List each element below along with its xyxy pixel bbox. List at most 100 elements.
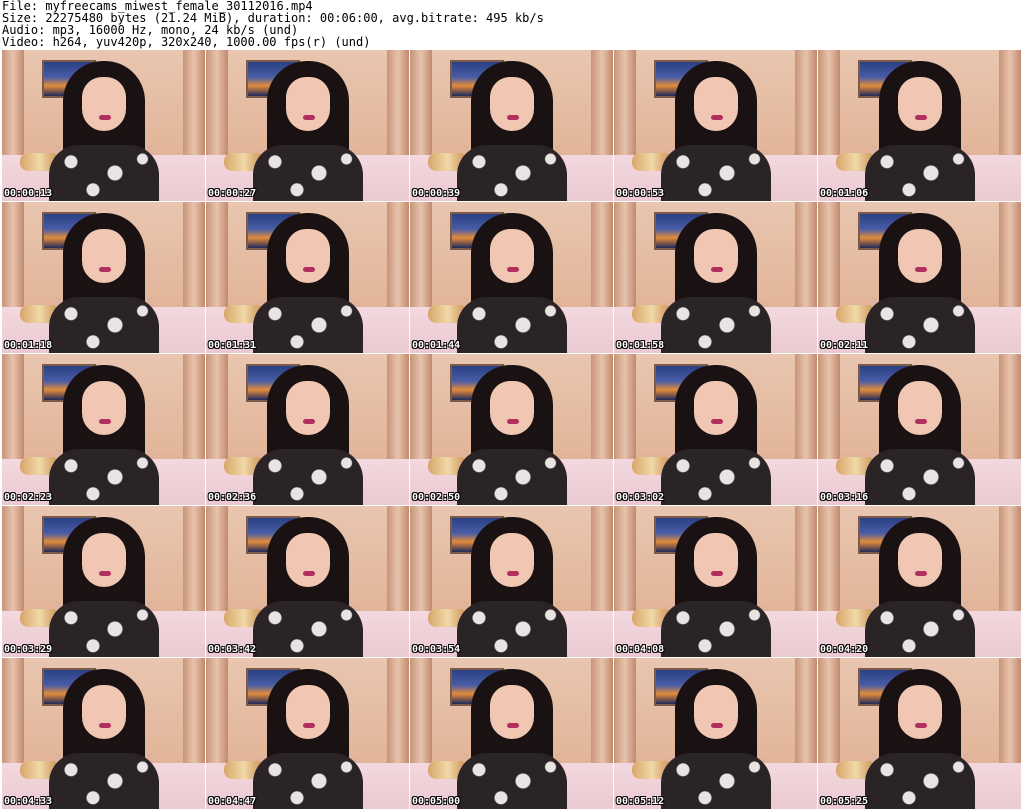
person-figure [864, 669, 975, 809]
lips [710, 571, 723, 576]
video-thumbnail-11[interactable]: 00:02:23 [2, 354, 205, 505]
lips [914, 419, 927, 424]
lips [506, 267, 519, 272]
video-thumbnail-24[interactable]: 00:05:12 [614, 658, 817, 809]
face [285, 381, 330, 435]
patterned-top [864, 753, 975, 809]
person-figure [660, 61, 771, 201]
patterned-top [456, 601, 567, 657]
timestamp-label: 00:05:25 [820, 796, 869, 807]
timestamp-label: 00:05:12 [616, 796, 665, 807]
video-thumbnail-17[interactable]: 00:03:42 [206, 506, 409, 657]
face [81, 685, 126, 739]
video-thumbnail-1[interactable]: 00:00:13 [2, 50, 205, 201]
person-figure [456, 61, 567, 201]
person-figure [456, 517, 567, 657]
video-thumbnail-25[interactable]: 00:05:25 [818, 658, 1021, 809]
lips [914, 115, 927, 120]
lips [710, 723, 723, 728]
lips [506, 419, 519, 424]
face [285, 685, 330, 739]
face [489, 77, 534, 131]
lips [98, 723, 111, 728]
timestamp-label: 00:04:20 [820, 644, 869, 655]
video-thumbnail-15[interactable]: 00:03:16 [818, 354, 1021, 505]
video-thumbnail-13[interactable]: 00:02:50 [410, 354, 613, 505]
face [285, 229, 330, 283]
video-thumbnail-6[interactable]: 00:01:18 [2, 202, 205, 353]
lips [302, 115, 315, 120]
video-info-line: Video: h264, yuv420p, 320x240, 1000.00 f… [2, 35, 371, 49]
timestamp-label: 00:01:06 [820, 188, 869, 199]
video-thumbnail-23[interactable]: 00:05:00 [410, 658, 613, 809]
lips [710, 419, 723, 424]
person-figure [48, 669, 159, 809]
patterned-top [456, 297, 567, 353]
video-thumbnail-9[interactable]: 00:01:58 [614, 202, 817, 353]
person-figure [48, 213, 159, 353]
patterned-top [864, 449, 975, 505]
video-thumbnail-2[interactable]: 00:00:27 [206, 50, 409, 201]
patterned-top [252, 753, 363, 809]
patterned-top [660, 449, 771, 505]
timestamp-label: 00:02:36 [208, 492, 257, 503]
person-figure [864, 61, 975, 201]
face [489, 533, 534, 587]
person-figure [660, 365, 771, 505]
person-figure [48, 517, 159, 657]
lips [914, 723, 927, 728]
video-thumbnail-4[interactable]: 00:00:53 [614, 50, 817, 201]
video-thumbnail-18[interactable]: 00:03:54 [410, 506, 613, 657]
lips [98, 571, 111, 576]
patterned-top [660, 145, 771, 201]
video-thumbnail-3[interactable]: 00:00:39 [410, 50, 613, 201]
timestamp-label: 00:03:29 [4, 644, 53, 655]
video-thumbnail-5[interactable]: 00:01:06 [818, 50, 1021, 201]
face [897, 77, 942, 131]
patterned-top [864, 145, 975, 201]
patterned-top [456, 753, 567, 809]
face [693, 533, 738, 587]
patterned-top [252, 601, 363, 657]
face [285, 533, 330, 587]
person-figure [252, 669, 363, 809]
face [897, 381, 942, 435]
timestamp-label: 00:03:16 [820, 492, 869, 503]
video-thumbnail-21[interactable]: 00:04:33 [2, 658, 205, 809]
person-figure [252, 213, 363, 353]
video-thumbnail-12[interactable]: 00:02:36 [206, 354, 409, 505]
video-thumbnail-14[interactable]: 00:03:02 [614, 354, 817, 505]
lips [98, 115, 111, 120]
lips [302, 267, 315, 272]
face [897, 685, 942, 739]
timestamp-label: 00:02:23 [4, 492, 53, 503]
video-thumbnail-16[interactable]: 00:03:29 [2, 506, 205, 657]
face [693, 229, 738, 283]
patterned-top [48, 449, 159, 505]
face [489, 381, 534, 435]
video-thumbnail-19[interactable]: 00:04:08 [614, 506, 817, 657]
timestamp-label: 00:04:08 [616, 644, 665, 655]
person-figure [864, 365, 975, 505]
timestamp-label: 00:01:18 [4, 340, 53, 351]
video-thumbnail-20[interactable]: 00:04:20 [818, 506, 1021, 657]
patterned-top [252, 145, 363, 201]
person-figure [252, 517, 363, 657]
face [285, 77, 330, 131]
timestamp-label: 00:04:47 [208, 796, 257, 807]
person-figure [48, 365, 159, 505]
timestamp-label: 00:01:31 [208, 340, 257, 351]
timestamp-label: 00:03:42 [208, 644, 257, 655]
video-thumbnail-22[interactable]: 00:04:47 [206, 658, 409, 809]
person-figure [660, 213, 771, 353]
video-thumbnail-7[interactable]: 00:01:31 [206, 202, 409, 353]
lips [302, 571, 315, 576]
face [81, 381, 126, 435]
face [897, 229, 942, 283]
patterned-top [660, 297, 771, 353]
patterned-top [48, 145, 159, 201]
face [81, 77, 126, 131]
video-thumbnail-8[interactable]: 00:01:44 [410, 202, 613, 353]
patterned-top [48, 753, 159, 809]
video-thumbnail-10[interactable]: 00:02:11 [818, 202, 1021, 353]
